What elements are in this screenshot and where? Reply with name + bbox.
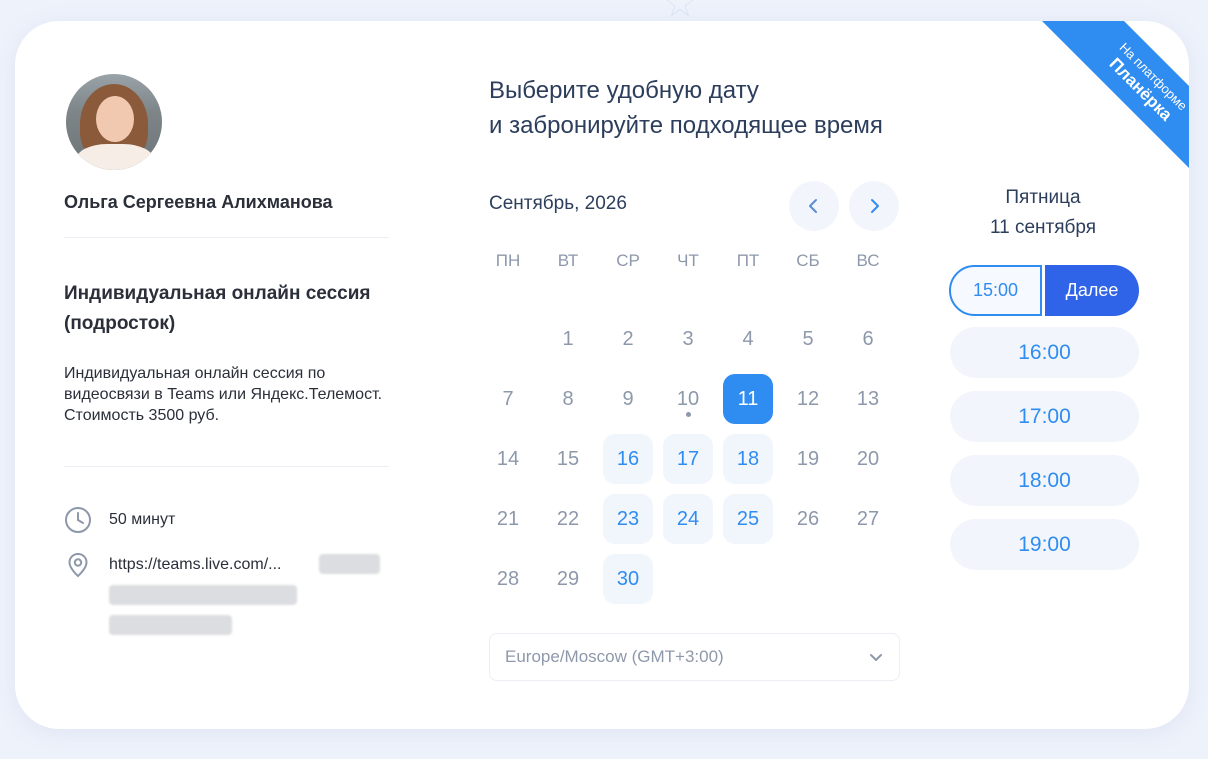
calendar-day[interactable]: 30 [603, 554, 653, 604]
weekday-header: ПТ [736, 251, 760, 270]
calendar-day: 14 [496, 447, 520, 470]
star-decoration-icon: ☆ [662, 0, 698, 26]
duration-text: 50 минут [109, 511, 176, 528]
calendar-day: 20 [856, 447, 880, 470]
time-slot-selected[interactable]: 15:00 [949, 265, 1042, 316]
calendar-day[interactable]: 23 [603, 494, 653, 544]
time-slot[interactable]: 18:00 [950, 455, 1139, 506]
calendar-day: 9 [622, 387, 634, 410]
redacted-text [109, 585, 297, 605]
divider [64, 237, 389, 238]
booking-card: На платформе Планёрка Ольга Сергеевна Ал… [15, 21, 1189, 729]
chevron-down-icon [870, 654, 882, 661]
calendar-day: 1 [562, 327, 574, 350]
calendar-day-selected[interactable]: 11 [723, 374, 773, 424]
ribbon-line1: На платформе [1116, 39, 1189, 114]
time-slot[interactable]: 16:00 [950, 327, 1139, 378]
duration-row: 50 минут [64, 506, 175, 534]
calendar-day: 12 [796, 387, 820, 410]
weekday-header: ПН [495, 251, 521, 270]
calendar-day: 22 [556, 507, 580, 530]
redacted-text [109, 615, 232, 635]
next-button[interactable]: Далее [1045, 265, 1139, 316]
calendar-day: 7 [502, 387, 514, 410]
chevron-left-icon [809, 199, 817, 213]
today-dot [686, 412, 691, 417]
month-label: Сентябрь, 2026 [489, 193, 627, 214]
specialist-name: Ольга Сергеевна Алихманова [64, 192, 333, 212]
calendar-day: 28 [496, 567, 520, 590]
time-slot[interactable]: 17:00 [950, 391, 1139, 442]
calendar-day[interactable]: 17 [663, 434, 713, 484]
location-link[interactable]: https://teams.live.com/... [109, 551, 282, 576]
weekday-header: СР [616, 251, 640, 270]
redacted-text [319, 554, 380, 574]
calendar-day: 19 [796, 447, 820, 470]
calendar-day: 2 [622, 327, 634, 350]
selected-day-label: Пятница 11 сентября [989, 187, 1097, 238]
platform-ribbon[interactable]: На платформе Планёрка [1024, 21, 1189, 180]
calendar-day[interactable]: 25 [723, 494, 773, 544]
weekday-header: СБ [796, 251, 820, 270]
calendar-day[interactable]: 16 [603, 434, 653, 484]
clock-icon [65, 507, 91, 533]
prev-month-button[interactable] [789, 181, 839, 231]
service-description: Индивидуальная онлайн сессия по видеосвя… [64, 365, 383, 424]
service-title: Индивидуальная онлайн сессия (подросток) [64, 283, 371, 334]
calendar-day[interactable]: 18 [723, 434, 773, 484]
timezone-value: Europe/Moscow (GMT+3:00) [505, 647, 724, 666]
time-slot[interactable]: 19:00 [950, 519, 1139, 570]
divider [64, 466, 389, 467]
next-month-button[interactable] [849, 181, 899, 231]
timezone-select[interactable]: Europe/Moscow (GMT+3:00) [489, 633, 900, 681]
calendar-day: 15 [556, 447, 580, 470]
avatar [66, 74, 162, 170]
calendar-day: 26 [796, 507, 820, 530]
weekday-header: ЧТ [677, 251, 699, 270]
location-row: https://teams.live.com/... [64, 551, 282, 579]
weekday-header: ВТ [557, 251, 579, 270]
calendar-day: 5 [802, 327, 814, 350]
calendar-day: 3 [682, 327, 694, 350]
calendar-day: 21 [496, 507, 520, 530]
page-heading: Выберите удобную дату и забронируйте под… [489, 77, 883, 139]
calendar-day: 27 [856, 507, 880, 530]
calendar-day[interactable]: 24 [663, 494, 713, 544]
calendar-day: 8 [562, 387, 574, 410]
calendar-day: 13 [856, 387, 880, 410]
calendar-day: 10 [663, 374, 713, 424]
location-pin-icon [68, 552, 88, 578]
weekday-header: ВС [856, 251, 880, 270]
chevron-right-icon [871, 199, 879, 213]
calendar-day: 6 [862, 327, 874, 350]
calendar-day: 4 [742, 327, 754, 350]
calendar-day: 29 [556, 567, 580, 590]
